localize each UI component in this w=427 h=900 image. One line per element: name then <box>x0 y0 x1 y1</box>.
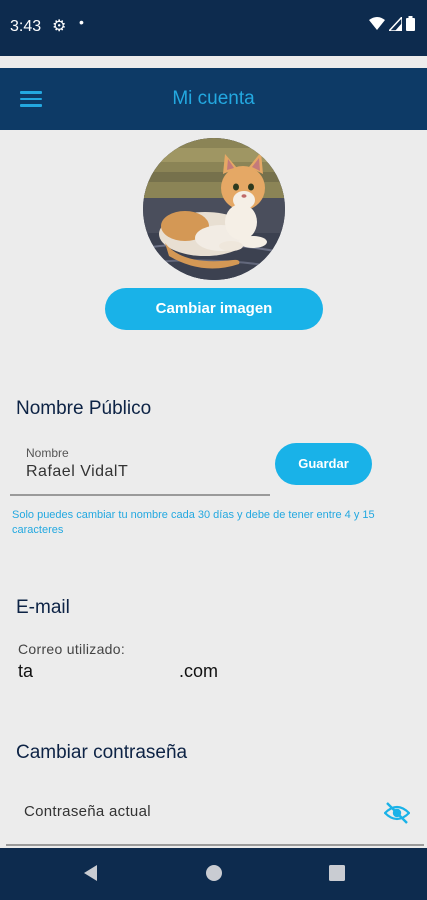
wifi-icon <box>369 16 385 30</box>
navigation-bar <box>0 848 427 900</box>
signal-icon <box>389 16 402 31</box>
public-name-title: Nombre Público <box>16 398 152 419</box>
eye-off-icon[interactable] <box>384 801 410 825</box>
name-hint: Solo puedes cambiar tu nombre cada 30 dí… <box>12 509 375 536</box>
current-password-placeholder: Contraseña actual <box>24 803 151 820</box>
app-bar: Mi cuenta <box>0 68 427 130</box>
status-time: 3:43 <box>10 18 42 35</box>
gear-icon: ⚙ <box>52 18 67 35</box>
name-field-value[interactable]: Rafael VidalT <box>26 463 128 481</box>
email-title: E-mail <box>16 597 70 618</box>
home-icon[interactable] <box>205 864 223 882</box>
change-password-title: Cambiar contraseña <box>16 742 188 763</box>
save-name-button[interactable]: Guardar <box>275 443 372 485</box>
name-field[interactable]: Nombre Rafael VidalT <box>10 440 270 496</box>
page-title: Mi cuenta <box>172 88 255 109</box>
change-image-button[interactable]: Cambiar imagen <box>105 288 323 330</box>
email-value-suffix: .com <box>179 661 219 681</box>
current-password-field[interactable]: Contraseña actual <box>6 790 424 846</box>
account-content[interactable]: Cambiar imagen Nombre Público Nombre Raf… <box>0 130 427 848</box>
recents-icon[interactable] <box>329 864 345 882</box>
avatar <box>143 138 285 280</box>
email-value-prefix: ta <box>18 661 34 681</box>
email-label: Correo utilizado: <box>18 641 126 657</box>
back-icon[interactable] <box>82 864 98 882</box>
battery-icon <box>406 16 415 31</box>
status-bar: 3:43 ⚙ • <box>0 0 427 56</box>
dot-icon: • <box>79 14 84 30</box>
name-field-label: Nombre <box>26 446 69 460</box>
